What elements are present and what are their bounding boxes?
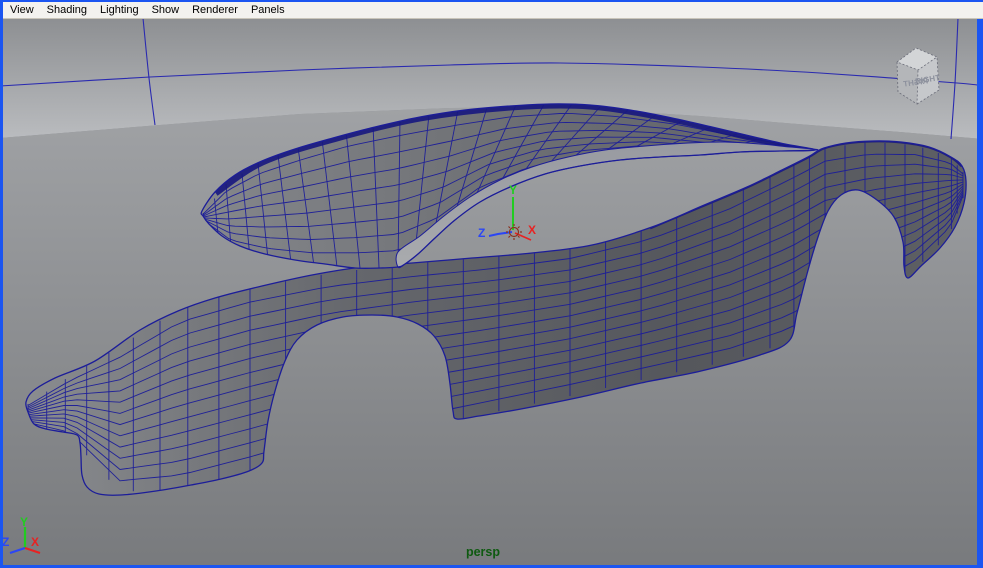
menu-item-panels[interactable]: Panels [251, 4, 285, 16]
origin-x-label: X [528, 223, 536, 237]
menu-item-shading[interactable]: Shading [47, 4, 87, 16]
corner-x-label: X [31, 535, 39, 549]
perspective-viewport[interactable]: RIGHT RIGHT Y Z X Y Z X persp [0, 0, 983, 568]
origin-z-label: Z [478, 226, 485, 240]
menu-item-renderer[interactable]: Renderer [192, 4, 238, 16]
menu-item-lighting[interactable]: Lighting [100, 4, 139, 16]
menu-item-view[interactable]: View [10, 4, 34, 16]
corner-y-label: Y [20, 515, 28, 529]
menu-item-show[interactable]: Show [152, 4, 180, 16]
panel-menubar: View Shading Lighting Show Renderer Pane… [3, 2, 983, 19]
camera-name-label: persp [466, 545, 500, 559]
maya-window: View Shading Lighting Show Renderer Pane… [0, 0, 983, 568]
origin-y-label: Y [509, 183, 517, 197]
corner-z-label: Z [2, 535, 9, 549]
